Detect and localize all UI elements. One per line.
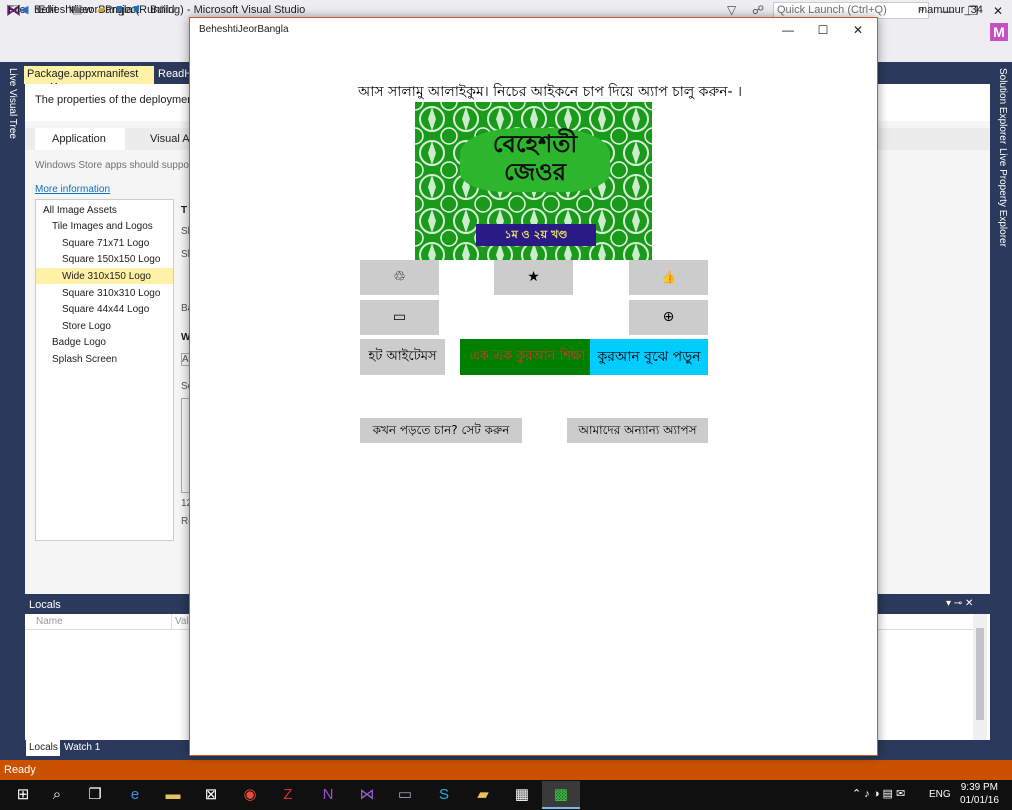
onenote-icon[interactable]: N (311, 781, 345, 809)
website-button[interactable]: ⊕ (629, 300, 708, 335)
tree-item-square-71[interactable]: Square 71x71 Logo (62, 238, 149, 249)
save-all-icon[interactable]: ■ (133, 3, 140, 15)
dropdown-icon[interactable]: ▾ (36, 3, 42, 16)
new-project-icon[interactable]: ▣ (72, 3, 82, 16)
input-language[interactable]: ENG (929, 789, 951, 800)
more-information-link[interactable]: More information (35, 184, 110, 195)
recycle-icon: ♲ (393, 269, 406, 285)
greeting-text: আস সালামু আলাইকুম। নিচের আইকনে চাপ দিয়ে… (358, 84, 743, 100)
folder-icon[interactable]: ▰ (466, 781, 500, 809)
visual-studio-taskbar-icon[interactable]: ⋈ (350, 781, 384, 809)
quran-learning-button[interactable]: এক এক কুরআন শিক্ষা (460, 339, 590, 375)
manifest-info-text: Windows Store apps should support c (35, 160, 203, 171)
tab-label: Package.appxmanifest (27, 68, 139, 80)
asset-tree (35, 199, 174, 541)
user-name[interactable]: mamunur_34 (918, 4, 983, 16)
app-maximize-button[interactable]: ☐ (808, 20, 838, 40)
thumbs-up-icon: 👍 (661, 270, 676, 284)
like-button[interactable]: 👍 (629, 260, 708, 295)
tab-package-manifest[interactable]: Package.appxmanifest ⊸ ✕ (24, 66, 154, 93)
section-heading: T (181, 205, 188, 216)
avatar[interactable]: M (990, 23, 1008, 41)
tree-item-square-150[interactable]: Square 150x150 Logo (62, 254, 160, 265)
app-close-button[interactable]: ✕ (843, 20, 873, 40)
other-apps-button[interactable]: আমাদের অন্যান্য অ্যাপস (567, 418, 708, 443)
cover-title-line-2: জেওর (503, 158, 567, 186)
save-icon[interactable]: ■ (116, 3, 123, 15)
remote-desktop-icon[interactable]: ▭ (388, 781, 422, 809)
feedback-icon[interactable]: ☍ (752, 3, 764, 17)
clock-date[interactable]: 01/01/16 (960, 795, 999, 806)
quran-understand-button[interactable]: কুরআন বুঝে পড়ুন (590, 339, 708, 375)
filezilla-icon[interactable]: Z (271, 781, 305, 809)
hot-items-button[interactable]: হট আইটেমস (360, 339, 445, 375)
tree-item-all-image-assets[interactable]: All Image Assets (43, 205, 117, 216)
star-icon: ★ (527, 269, 540, 285)
tree-item-square-310[interactable]: Square 310x310 Logo (62, 288, 160, 299)
rate-button[interactable]: ★ (494, 260, 573, 295)
filter-icon[interactable]: ▽ (727, 3, 736, 17)
file-explorer-icon[interactable]: ▬ (156, 781, 190, 809)
undo-icon[interactable]: ↶ (157, 3, 166, 16)
cover-title-line-1: বেহেশতী (492, 130, 578, 158)
set-reading-time-button[interactable]: কখন পড়তে চান? সেট করুন (360, 418, 522, 443)
cover-title: বেহেশতী জেওর (460, 128, 610, 192)
video-icon: ▭ (392, 309, 407, 325)
search-icon[interactable]: ⌕ (40, 781, 74, 809)
tab-readme[interactable]: ReadHa (154, 66, 198, 84)
tree-item-square-44[interactable]: Square 44x44 Logo (62, 304, 149, 315)
left-tool-rail (0, 62, 22, 760)
pane-controls[interactable]: ▾ ⊸ ✕ (946, 598, 973, 609)
close-button[interactable]: ✕ (985, 2, 1011, 20)
tree-item-tile-images[interactable]: Tile Images and Logos (52, 221, 153, 232)
column-name[interactable]: Name (36, 616, 63, 627)
video-button[interactable]: ▭ (360, 300, 439, 335)
solution-explorer-tab[interactable]: Solution Explorer (994, 68, 1008, 144)
tree-item-splash-screen[interactable]: Splash Screen (52, 354, 117, 365)
redo-dropdown-icon[interactable]: ▾ (172, 3, 178, 16)
beheshti-app-taskbar-icon[interactable]: ▩ (544, 781, 578, 809)
locals-scroll-thumb[interactable] (976, 628, 984, 720)
store-icon[interactable]: ⊠ (194, 781, 228, 809)
back-icon[interactable]: ◀ (20, 3, 28, 16)
edge-icon[interactable]: e (118, 781, 152, 809)
app-minimize-button[interactable]: — (773, 20, 803, 40)
tree-item-badge-logo[interactable]: Badge Logo (52, 337, 106, 348)
tree-item-wide-310[interactable]: Wide 310x150 Logo (62, 271, 151, 282)
forward-icon[interactable]: ● (47, 3, 54, 15)
quick-launch-placeholder: Quick Launch (Ctrl+Q) (777, 4, 887, 16)
live-visual-tree-tab[interactable]: Live Visual Tree (4, 68, 18, 139)
task-view-icon[interactable]: ❐ (78, 781, 112, 809)
clock-time[interactable]: 9:39 PM (960, 782, 998, 793)
system-tray-icons[interactable]: ⌃ ♪ ◑ ▤ ✉ (852, 787, 905, 800)
media-icon[interactable]: ▦ (505, 781, 539, 809)
skype-icon[interactable]: S (427, 781, 461, 809)
status-bar: Ready (0, 760, 1012, 780)
tab-watch-1[interactable]: Watch 1 (64, 742, 100, 753)
cover-volume-label: ১ম ও ২য় খণ্ড (476, 224, 596, 246)
open-folder-icon[interactable]: ▰ (97, 3, 105, 16)
chrome-icon[interactable]: ◉ (233, 781, 267, 809)
tree-item-store-logo[interactable]: Store Logo (62, 321, 111, 332)
tab-locals[interactable]: Locals (26, 740, 60, 756)
share-button[interactable]: ♲ (360, 260, 439, 295)
column-divider[interactable] (171, 614, 172, 630)
tab-application[interactable]: Application (35, 128, 125, 150)
globe-icon: ⊕ (662, 309, 675, 325)
live-property-explorer-tab[interactable]: Live Property Explorer (994, 148, 1008, 247)
app-window-title: BeheshtiJeorBangla (199, 24, 289, 35)
start-icon[interactable]: ⊞ (6, 781, 40, 809)
